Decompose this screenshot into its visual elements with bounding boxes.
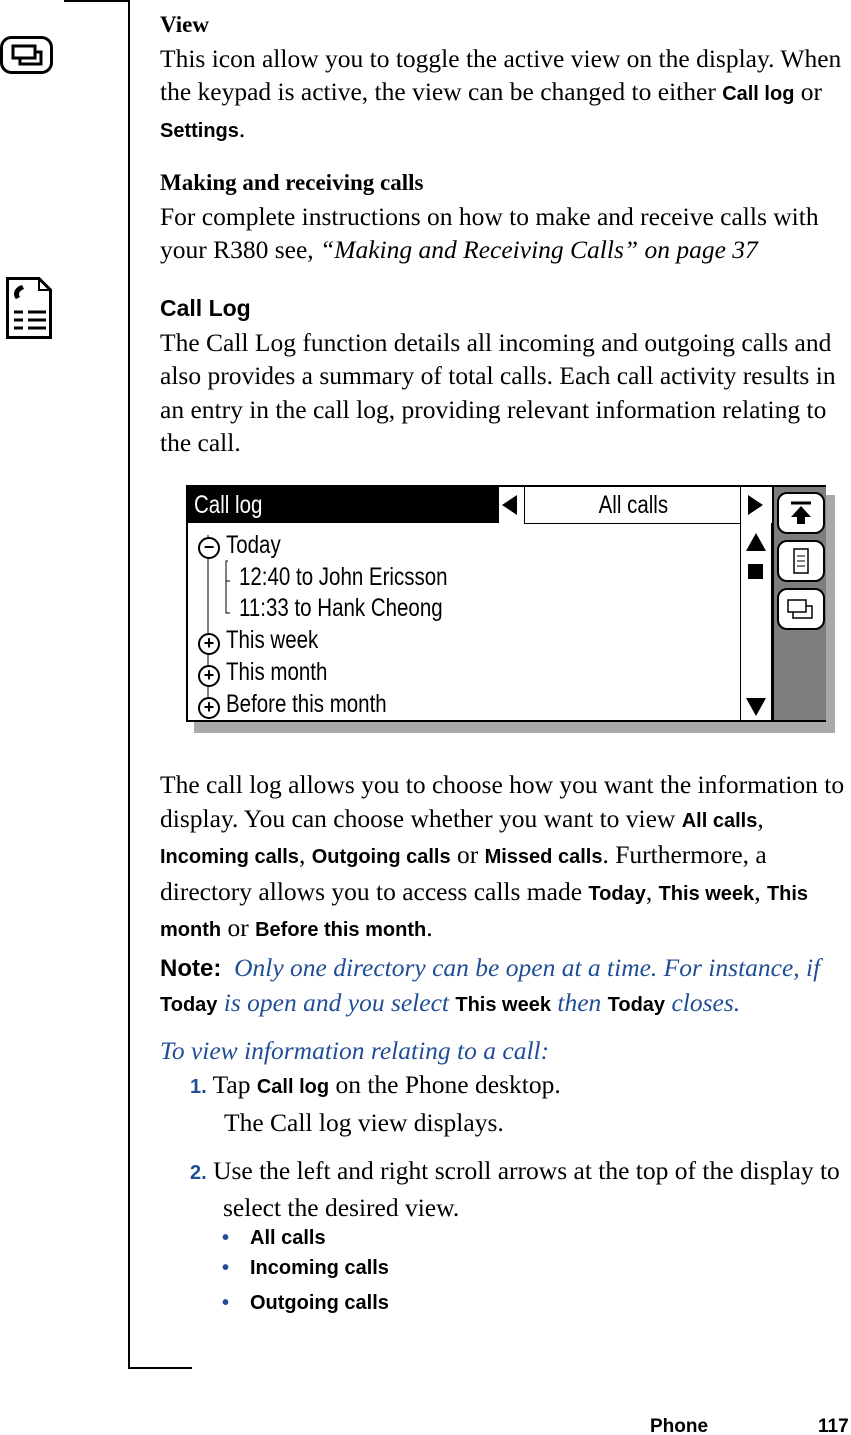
view-paragraph: This icon allow you to toggle the active… [160,42,850,149]
call-log-term: Call log [722,83,795,105]
margin-rule-bottom [128,1367,192,1369]
term: Today [588,882,646,905]
tree-item-today[interactable]: Today [226,530,293,560]
term: Call log [256,1076,330,1098]
document-page: View This icon allow you to toggle the a… [0,0,851,1435]
call-log-heading: Call Log [160,295,251,321]
settings-term: Settings [160,119,239,142]
left-arrow-button[interactable] [494,487,525,523]
phone-screen: Call log All calls − Today 12:40 to John… [186,485,826,722]
term: Incoming calls [160,846,299,868]
call-entry[interactable]: 12:40 to John Ericsson [239,562,493,592]
text: , [754,876,767,906]
bullet-text: Incoming calls [250,1257,389,1279]
text: or [794,77,823,106]
expand-icon[interactable]: + [198,633,220,655]
toggle-view-icon [0,36,54,79]
text: then [550,987,608,1017]
text: . [426,913,433,942]
view-selector-value: All calls [598,491,668,519]
tree-label: This month [226,658,328,686]
scroll-down-icon [746,698,766,716]
expand-icon[interactable]: + [198,665,220,687]
text: closes. [665,987,741,1017]
collapse-icon[interactable]: − [198,537,220,559]
text: Use the left and right scroll arrows at … [213,1156,840,1222]
step-1-result: The Call log view displays. [224,1108,504,1137]
details-icon[interactable] [777,540,825,582]
call-log-screenshot: Call log All calls − Today 12:40 to John… [186,485,835,733]
view-section: View This icon allow you to toggle the a… [160,8,850,148]
call-log-paragraph: The Call Log function details all incomi… [160,327,836,458]
making-paragraph: For complete instructions on how to make… [160,200,850,267]
margin-rule-top [64,0,129,2]
term: Today [160,993,218,1016]
making-heading: Making and receiving calls [160,170,424,195]
tree-item-before-this-month[interactable]: Before this month [226,689,422,719]
choose-paragraph: The call log allows you to choose how yo… [160,768,850,948]
bullet-text: Outgoing calls [250,1292,389,1314]
margin-rule [128,0,130,1368]
text: or [450,840,485,869]
scroll-up-icon [746,533,766,551]
tree-label: Today [226,531,281,559]
screen-title: Call log [188,487,499,523]
text: , [298,840,312,869]
page-number: 117 [818,1416,849,1435]
tree-label: 12:40 to John Ericsson [239,563,448,591]
text: , [757,803,764,833]
view-heading: View [160,12,209,37]
step-2: 2. Use the left and right scroll arrows … [190,1154,850,1224]
expand-icon[interactable]: + [198,697,220,719]
bullet-item: • Outgoing calls [222,1292,389,1315]
call-log-icon [6,277,52,344]
step-number: 1. [190,1076,207,1098]
text: Tap [212,1070,257,1099]
text: or [221,913,256,942]
screen-sidebar [772,487,826,720]
bullet-icon: • [222,1257,230,1279]
bullet-item: • Incoming calls [222,1257,389,1280]
term: Before this month [255,919,427,941]
text: . [238,113,246,143]
text: is open and you select [217,987,456,1017]
tree-label: 11:33 to Hank Cheong [239,594,443,622]
scrollbar[interactable] [740,523,772,720]
tree-label: This week [226,626,319,654]
bullet-text: All calls [250,1227,326,1249]
page-reference-link[interactable]: “Making and Receiving Calls” on page 37 [320,235,758,264]
note-label: Note: [160,955,222,982]
scroll-thumb [748,564,763,579]
text: on the Phone desktop. [329,1070,561,1099]
toggle-view-icon[interactable] [777,588,825,630]
call-entry[interactable]: 11:33 to Hank Cheong [239,593,487,623]
tree-item-this-week[interactable]: This week [226,625,339,655]
step-1: 1. Tap Call log on the Phone desktop. [190,1068,850,1105]
tree-item-this-month[interactable]: This month [226,657,350,687]
call-log-section: Call Log The Call Log function details a… [160,292,850,460]
note: Note: Only one directory can be open at … [160,951,850,1022]
term: This week [658,882,755,905]
text: Only one directory can be open at a time… [234,953,821,982]
term: Missed calls [484,846,603,868]
term: All calls [681,809,758,832]
making-section: Making and receiving calls For complete … [160,166,850,267]
term: This week [455,993,551,1016]
right-arrow-button[interactable] [740,487,771,523]
procedure-heading: To view information relating to a call: [160,1036,550,1065]
text: , [645,876,659,906]
view-selector[interactable]: All calls [524,487,741,524]
term: Outgoing calls [311,846,451,868]
tree-label: Before this month [226,690,387,718]
scroll-top-icon[interactable] [777,492,825,534]
bullet-item: • All calls [222,1227,326,1250]
step-number: 2. [190,1162,207,1184]
screen-title-text: Call log [194,491,263,519]
bullet-icon: • [222,1227,230,1249]
bullet-icon: • [222,1292,230,1314]
term: Today [607,993,666,1016]
footer-section: Phone [650,1416,709,1435]
